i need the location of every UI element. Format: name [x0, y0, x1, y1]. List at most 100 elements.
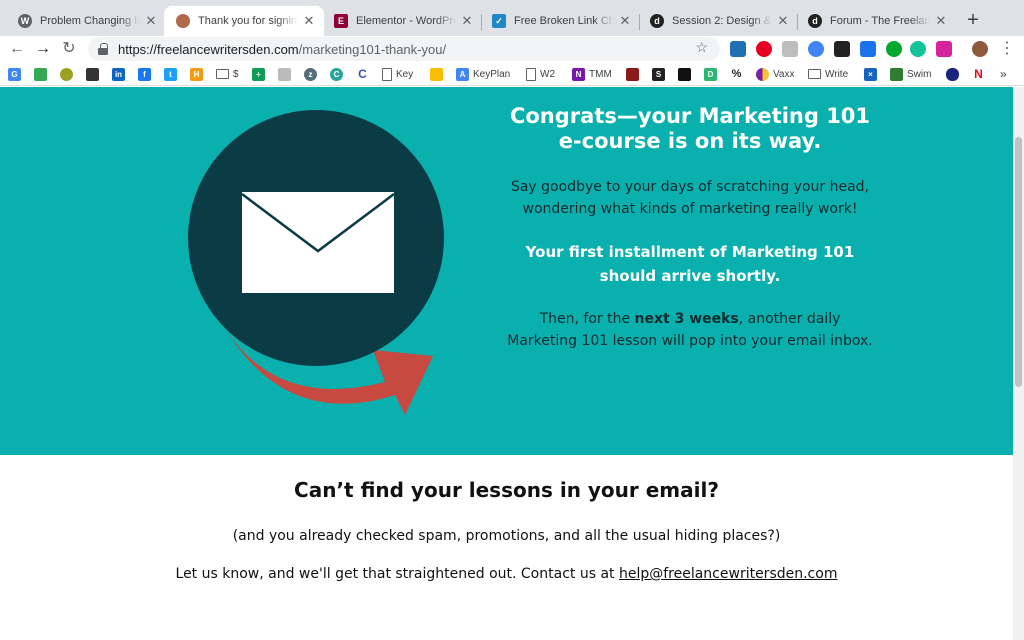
help-section: Can’t find your lessons in your email? (… — [0, 478, 1013, 582]
bookmark-label: Vaxx — [773, 68, 795, 80]
half-circle-icon — [756, 67, 769, 81]
swimmer-icon — [890, 67, 903, 81]
bookmark-netflix[interactable]: N — [972, 66, 989, 82]
leaf-icon — [60, 67, 73, 81]
bookmark-leaf[interactable] — [60, 66, 77, 82]
hero-schedule-text: Then, for the next 3 weeks, another dail… — [505, 308, 875, 352]
bookmark-blocks[interactable] — [678, 66, 695, 82]
hero-arrival-text: Your first installment of Marketing 101 … — [525, 243, 855, 285]
bookmark-key[interactable]: Key — [382, 66, 413, 82]
bookmark-w2[interactable]: W2 — [526, 66, 555, 82]
bookmark-c[interactable]: C — [330, 66, 347, 82]
bookmark-google[interactable]: G — [8, 66, 25, 82]
bookmark-linkedin[interactable]: in — [112, 66, 129, 82]
maps-icon — [34, 67, 47, 81]
drive-icon — [430, 67, 443, 81]
menu-icon[interactable]: ⋮ — [996, 38, 1018, 60]
hero-headline: Congrats—your Marketing 101 e-course is … — [509, 104, 871, 153]
bookmark-red-square[interactable] — [626, 66, 643, 82]
bookmark-plus[interactable]: + — [252, 66, 269, 82]
bookmark-write[interactable]: Write — [808, 66, 848, 82]
address-bar[interactable]: https://freelancewritersden.com/marketin… — [88, 37, 720, 61]
bookmark-label: $ — [233, 68, 239, 80]
close-icon[interactable]: ✕ — [302, 13, 316, 29]
bookmark-x[interactable]: × — [864, 66, 881, 82]
tab-forum[interactable]: d Forum - The Freelance ✕ — [796, 6, 956, 36]
wordpress-icon: W — [18, 14, 32, 28]
evernote-icon[interactable] — [886, 41, 902, 57]
extension-icon[interactable] — [730, 41, 746, 57]
bookmark-keyplan[interactable]: A KeyPlan — [456, 66, 510, 82]
bookmark-drive[interactable] — [430, 66, 447, 82]
tab-elementor[interactable]: E Elementor - WordPress ✕ — [322, 6, 482, 36]
bookmark-swim[interactable]: Swim — [890, 66, 931, 82]
instagram-icon[interactable] — [936, 41, 952, 57]
contact-email-link[interactable]: help@freelancewritersden.com — [619, 566, 838, 582]
bookmark-toggle[interactable] — [946, 66, 963, 82]
onenote-icon: N — [572, 67, 585, 81]
pinterest-icon[interactable] — [756, 41, 772, 57]
bookmark-label: Swim — [907, 68, 932, 80]
bookmark-tmm[interactable]: N TMM — [572, 66, 612, 82]
avatar-icon — [176, 14, 190, 28]
bookmark-s[interactable]: S — [652, 66, 669, 82]
bookmark-h[interactable]: H — [190, 66, 207, 82]
tab-title: Free Broken Link Checker — [514, 15, 614, 27]
bookmark-facebook[interactable]: f — [138, 66, 155, 82]
bookmark-twitter[interactable]: t — [164, 66, 181, 82]
forward-arrow-icon[interactable]: → — [32, 38, 54, 60]
bookmark-percent[interactable]: % — [730, 66, 747, 82]
bookmark-maps[interactable] — [34, 66, 51, 82]
tab-title: Forum - The Freelance — [830, 15, 930, 27]
bookmark-c-letter[interactable]: C — [356, 66, 373, 82]
help-heading: Can’t find your lessons in your email? — [294, 478, 719, 502]
bookmark-grid[interactable] — [278, 66, 295, 82]
tab-title: Elementor - WordPress — [356, 15, 456, 27]
tab-broken-link-checker[interactable]: ✓ Free Broken Link Checker ✕ — [480, 6, 640, 36]
facebook-icon: f — [138, 67, 151, 81]
reload-icon[interactable]: ↻ — [58, 38, 80, 60]
close-icon[interactable]: ✕ — [776, 13, 790, 29]
tab-session-2[interactable]: d Session 2: Design & Us ✕ — [638, 6, 798, 36]
bookmark-star-icon[interactable]: ☆ — [695, 39, 708, 56]
checkmark-icon: ✓ — [492, 14, 506, 28]
lock-icon — [98, 43, 108, 55]
bookmark-d-green[interactable]: D — [704, 66, 721, 82]
grammarly-icon[interactable] — [910, 41, 926, 57]
shield-icon[interactable] — [860, 41, 876, 57]
back-arrow-icon[interactable]: ← — [6, 38, 28, 60]
bookmark-z[interactable]: z — [304, 66, 321, 82]
twitter-icon: t — [164, 67, 177, 81]
tab-title: Session 2: Design & Us — [672, 15, 772, 27]
profile-avatar[interactable] — [972, 41, 988, 57]
tab-problem-changing-icon[interactable]: W Problem Changing Icon ✕ — [6, 6, 166, 36]
netflix-icon: N — [972, 67, 985, 81]
bookmarks-overflow-button[interactable]: » — [1000, 66, 1007, 82]
scrollbar-thumb[interactable] — [1015, 137, 1022, 387]
email-illustration — [188, 110, 444, 415]
tab-thank-you[interactable]: Thank you for signing up ✕ — [164, 6, 324, 36]
bookmark-label: TMM — [589, 68, 612, 80]
close-icon[interactable]: ✕ — [144, 13, 158, 29]
close-icon[interactable]: ✕ — [618, 13, 632, 29]
extension-icon[interactable] — [782, 41, 798, 57]
page-scrollbar[interactable] — [1013, 87, 1024, 640]
document-icon — [382, 67, 392, 81]
close-icon[interactable]: ✕ — [460, 13, 474, 29]
bookmark-vaxx[interactable]: Vaxx — [756, 66, 795, 82]
z-icon: z — [304, 67, 317, 81]
linkedin-icon: in — [112, 67, 125, 81]
close-icon[interactable]: ✕ — [934, 13, 948, 29]
bookmark-shield[interactable] — [86, 66, 103, 82]
bookmark-label: Key — [396, 68, 414, 80]
url-host: https://freelancewritersden.com — [118, 41, 299, 57]
tab-title: Problem Changing Icon — [40, 15, 140, 27]
new-tab-button[interactable]: + — [962, 9, 984, 31]
schedule-prefix: Then, for the — [539, 311, 635, 327]
tab-title: Thank you for signing up — [198, 15, 298, 27]
bookmark-folder-dollar[interactable]: $ — [216, 66, 239, 82]
bookmark-label: KeyPlan — [473, 68, 511, 80]
percent-icon: % — [730, 67, 743, 81]
timer-icon[interactable] — [808, 41, 824, 57]
extension-icon[interactable] — [834, 41, 850, 57]
